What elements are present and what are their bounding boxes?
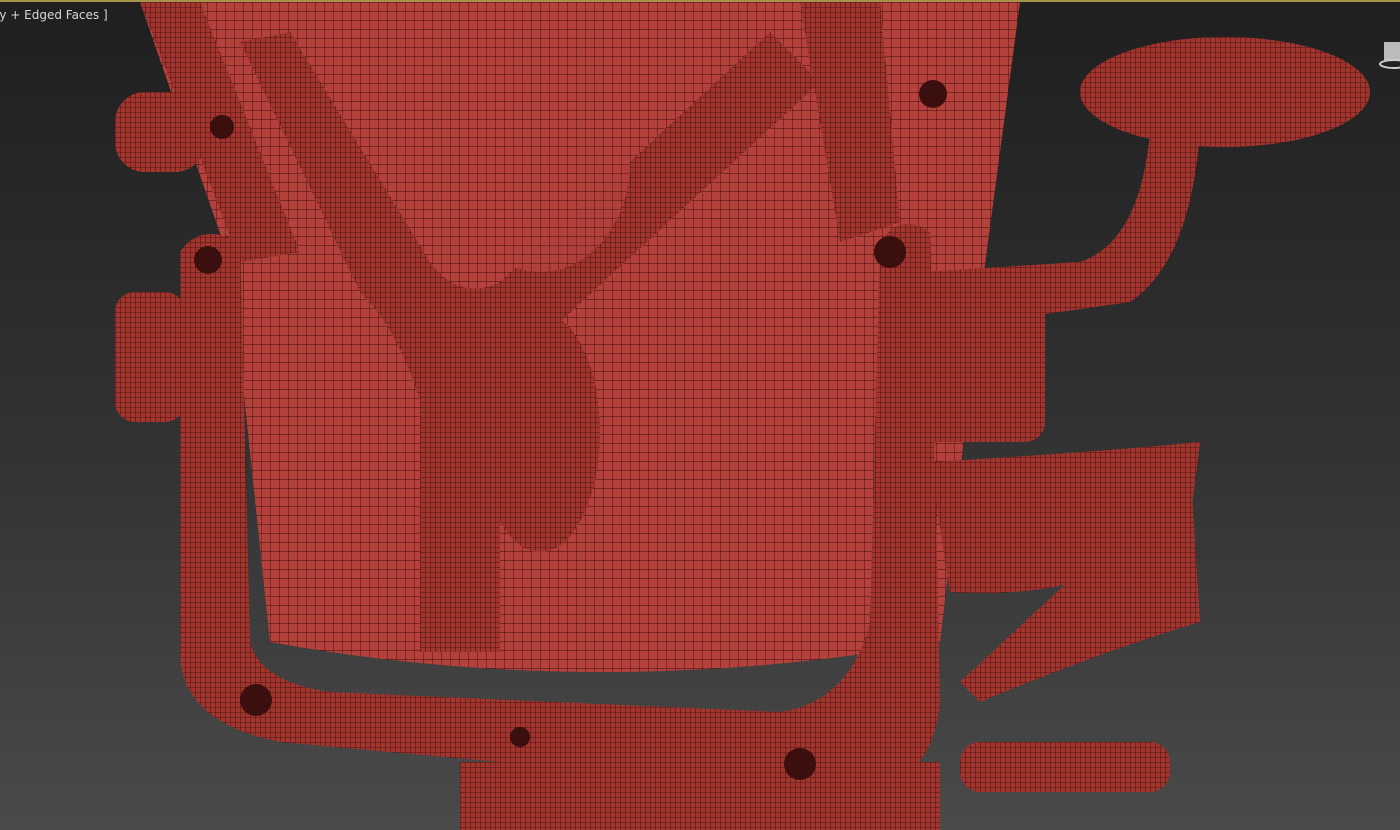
seat — [930, 442, 1200, 702]
perspective-viewport[interactable]: ay + Edged Faces ] — [0, 0, 1400, 830]
viewport-shading-label[interactable]: ay + Edged Faces ] — [0, 8, 108, 22]
viewcube-icon[interactable] — [1378, 38, 1400, 72]
chair-mesh[interactable] — [0, 2, 1400, 830]
